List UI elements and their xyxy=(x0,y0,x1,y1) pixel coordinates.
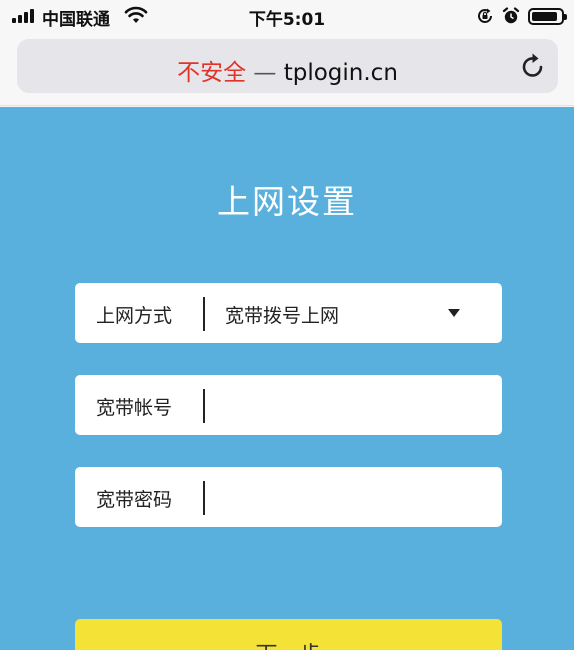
battery-icon xyxy=(528,7,567,25)
account-field[interactable]: 宽带帐号 xyxy=(75,375,502,435)
next-button-label: 下一步 xyxy=(75,619,502,650)
password-field[interactable]: 宽带密码 xyxy=(75,467,502,527)
connection-type-label: 上网方式 xyxy=(96,305,173,327)
reload-icon[interactable] xyxy=(520,52,546,80)
address-text[interactable]: 不安全 — tplogin.cn xyxy=(17,53,558,87)
account-label: 宽带帐号 xyxy=(96,397,173,419)
password-input[interactable] xyxy=(209,477,489,517)
text-cursor xyxy=(203,389,205,423)
settings-panel: 上网设置 上网方式 宽带拨号上网 宽带帐号 宽带密码 下一步 xyxy=(0,107,574,650)
text-cursor xyxy=(203,481,205,515)
account-input[interactable] xyxy=(209,385,489,425)
page-title: 上网设置 xyxy=(217,182,357,221)
connection-type-select[interactable]: 上网方式 宽带拨号上网 xyxy=(75,283,502,343)
status-bar: 中国联通 下午5:01 xyxy=(0,0,574,34)
connection-type-value[interactable]: 宽带拨号上网 xyxy=(225,301,339,328)
security-warning: 不安全 xyxy=(177,60,247,86)
orientation-lock-icon xyxy=(478,8,492,23)
browser-toolbar: 不安全 — tplogin.cn xyxy=(0,34,574,106)
next-button[interactable]: 下一步 xyxy=(75,619,502,650)
chevron-down-icon[interactable] xyxy=(448,309,460,317)
field-divider xyxy=(203,297,205,331)
address-separator: — xyxy=(253,60,277,86)
url-text: tplogin.cn xyxy=(283,60,398,86)
alarm-icon xyxy=(502,7,520,24)
password-label: 宽带密码 xyxy=(96,489,173,511)
address-bar[interactable]: 不安全 — tplogin.cn xyxy=(17,39,558,93)
